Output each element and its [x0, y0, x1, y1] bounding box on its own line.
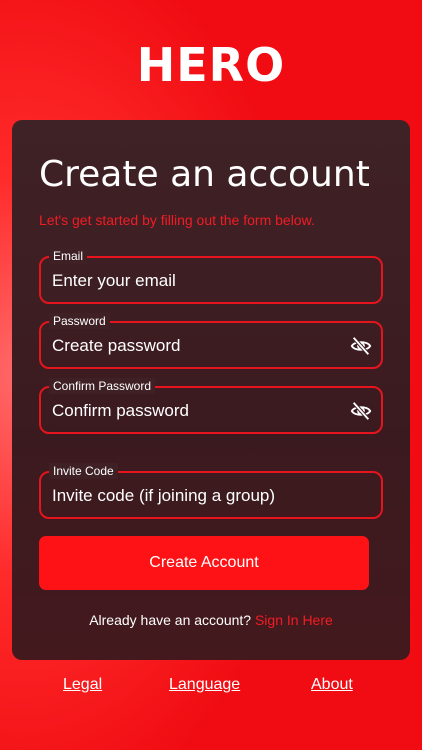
email-field: Email [39, 248, 383, 304]
confirm-password-label: Confirm Password [49, 378, 156, 394]
page-title: Create an account [39, 154, 370, 195]
about-link[interactable]: About [311, 676, 353, 694]
signup-card: Create an account Let's get started by f… [12, 120, 410, 660]
eye-off-icon[interactable] [350, 335, 372, 357]
password-input[interactable] [52, 334, 342, 358]
create-account-button[interactable]: Create Account [39, 536, 369, 590]
invite-code-field: Invite Code [39, 463, 383, 519]
page-subtitle: Let's get started by filling out the for… [39, 212, 315, 228]
email-input[interactable] [52, 269, 342, 293]
invite-code-input[interactable] [52, 484, 342, 508]
signin-prompt: Already have an account? [89, 612, 252, 628]
eye-off-icon[interactable] [350, 400, 372, 422]
confirm-password-field: Confirm Password [39, 378, 383, 434]
legal-link[interactable]: Legal [63, 676, 102, 694]
password-label: Password [49, 313, 110, 329]
app-logo: HERO [136, 38, 286, 92]
invite-code-label: Invite Code [49, 463, 118, 479]
sign-in-link[interactable]: Sign In Here [255, 612, 333, 628]
signin-row: Already have an account? Sign In Here [12, 612, 410, 628]
confirm-password-input[interactable] [52, 399, 342, 423]
password-field: Password [39, 313, 383, 369]
language-link[interactable]: Language [169, 676, 240, 694]
email-label: Email [49, 248, 88, 264]
